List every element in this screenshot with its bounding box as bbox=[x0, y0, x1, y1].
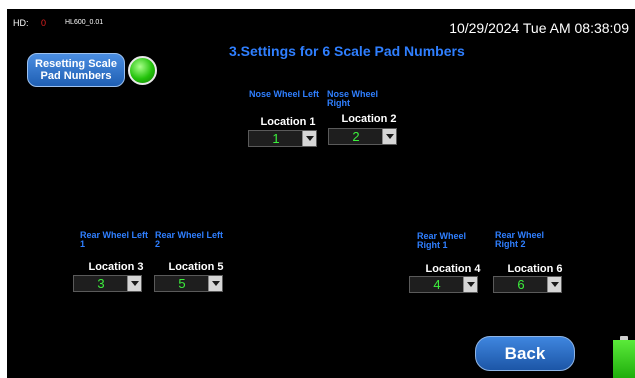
location-6-value: 6 bbox=[517, 277, 525, 292]
location-6-select[interactable]: 6 bbox=[493, 276, 562, 293]
location-3-value: 3 bbox=[97, 276, 105, 291]
location-2-select[interactable]: 2 bbox=[328, 128, 397, 145]
location-1-select[interactable]: 1 bbox=[248, 130, 317, 147]
location-label-2: Location 2 bbox=[341, 113, 397, 125]
wheel-label-rear-left-2: Rear Wheel Left 2 bbox=[155, 230, 224, 249]
reset-pad-numbers-button[interactable]: Resetting Scale Pad Numbers bbox=[27, 53, 125, 87]
datetime: 10/29/2024 Tue AM 08:38:09 bbox=[449, 20, 629, 36]
model-name: HL600_0.01 bbox=[65, 19, 104, 26]
page-title: 3.Settings for 6 Scale Pad Numbers bbox=[229, 43, 465, 59]
hd-value: 0 bbox=[41, 18, 47, 28]
chevron-down-icon[interactable] bbox=[208, 276, 222, 291]
location-3-select[interactable]: 3 bbox=[73, 275, 142, 292]
location-4-value: 4 bbox=[433, 277, 441, 292]
location-label-5: Location 5 bbox=[168, 261, 224, 273]
chevron-down-icon[interactable] bbox=[463, 277, 477, 292]
chevron-down-icon[interactable] bbox=[547, 277, 561, 292]
device-screen: HD: 0 HL600_0.01 10/29/2024 Tue AM 08:38… bbox=[7, 9, 635, 378]
location-label-4: Location 4 bbox=[425, 263, 481, 275]
wheel-label-rear-right-2: Rear Wheel Right 2 bbox=[495, 230, 545, 249]
wheel-label-rear-left-1: Rear Wheel Left 1 bbox=[80, 230, 149, 249]
location-label-1: Location 1 bbox=[260, 116, 316, 128]
chevron-down-icon[interactable] bbox=[382, 129, 396, 144]
location-2-value: 2 bbox=[352, 129, 360, 144]
chevron-down-icon[interactable] bbox=[127, 276, 141, 291]
wheel-label-nose-left: Nose Wheel Left bbox=[249, 89, 320, 99]
location-label-3: Location 3 bbox=[88, 261, 144, 273]
location-4-select[interactable]: 4 bbox=[409, 276, 478, 293]
hd-label: HD: bbox=[13, 18, 29, 28]
battery-icon bbox=[613, 340, 635, 378]
wheel-label-rear-right-1: Rear Wheel Right 1 bbox=[417, 231, 467, 250]
back-button[interactable]: Back bbox=[475, 336, 575, 371]
location-5-value: 5 bbox=[178, 276, 186, 291]
location-label-6: Location 6 bbox=[507, 263, 563, 275]
status-led-icon bbox=[128, 56, 157, 85]
location-5-select[interactable]: 5 bbox=[154, 275, 223, 292]
chevron-down-icon[interactable] bbox=[302, 131, 316, 146]
location-1-value: 1 bbox=[272, 131, 280, 146]
wheel-label-nose-right: Nose Wheel Right bbox=[327, 89, 379, 108]
